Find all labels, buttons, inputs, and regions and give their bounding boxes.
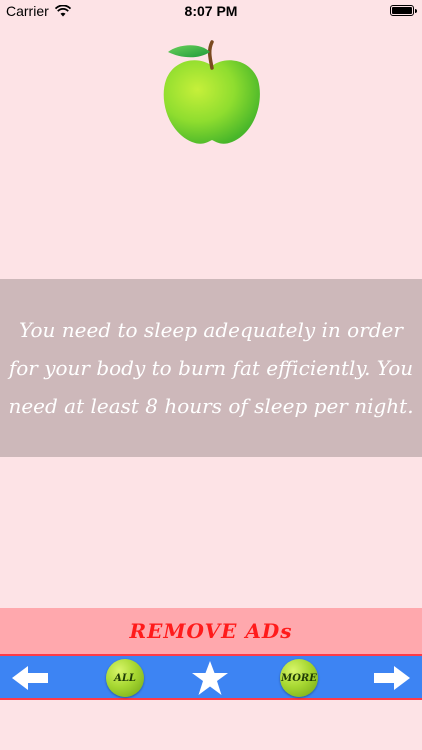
toolbar-border-top: [0, 654, 422, 656]
all-label: ALL: [114, 672, 136, 684]
remove-ads-label: REMOVE ADs: [129, 619, 293, 643]
battery-icon: [390, 5, 417, 16]
remove-ads-button[interactable]: REMOVE ADs: [0, 608, 422, 654]
more-label: MORE: [281, 672, 317, 684]
more-button[interactable]: MORE: [280, 659, 318, 697]
apple-icon: [163, 40, 260, 144]
status-bar: Carrier 8:07 PM: [0, 0, 422, 22]
battery-fill: [392, 7, 412, 14]
arrow-right-icon[interactable]: [372, 664, 412, 692]
status-right: [390, 5, 417, 16]
bottom-toolbar: ALL MORE: [0, 654, 422, 700]
quote-panel: You need to sleep adequately in order fo…: [0, 279, 422, 457]
status-time: 8:07 PM: [184, 3, 238, 19]
quote-text: You need to sleep adequately in order fo…: [8, 318, 414, 418]
all-button[interactable]: ALL: [106, 659, 144, 697]
bottom-spacer: [0, 700, 422, 750]
star-icon[interactable]: [191, 660, 229, 696]
arrow-left-icon[interactable]: [10, 664, 50, 692]
